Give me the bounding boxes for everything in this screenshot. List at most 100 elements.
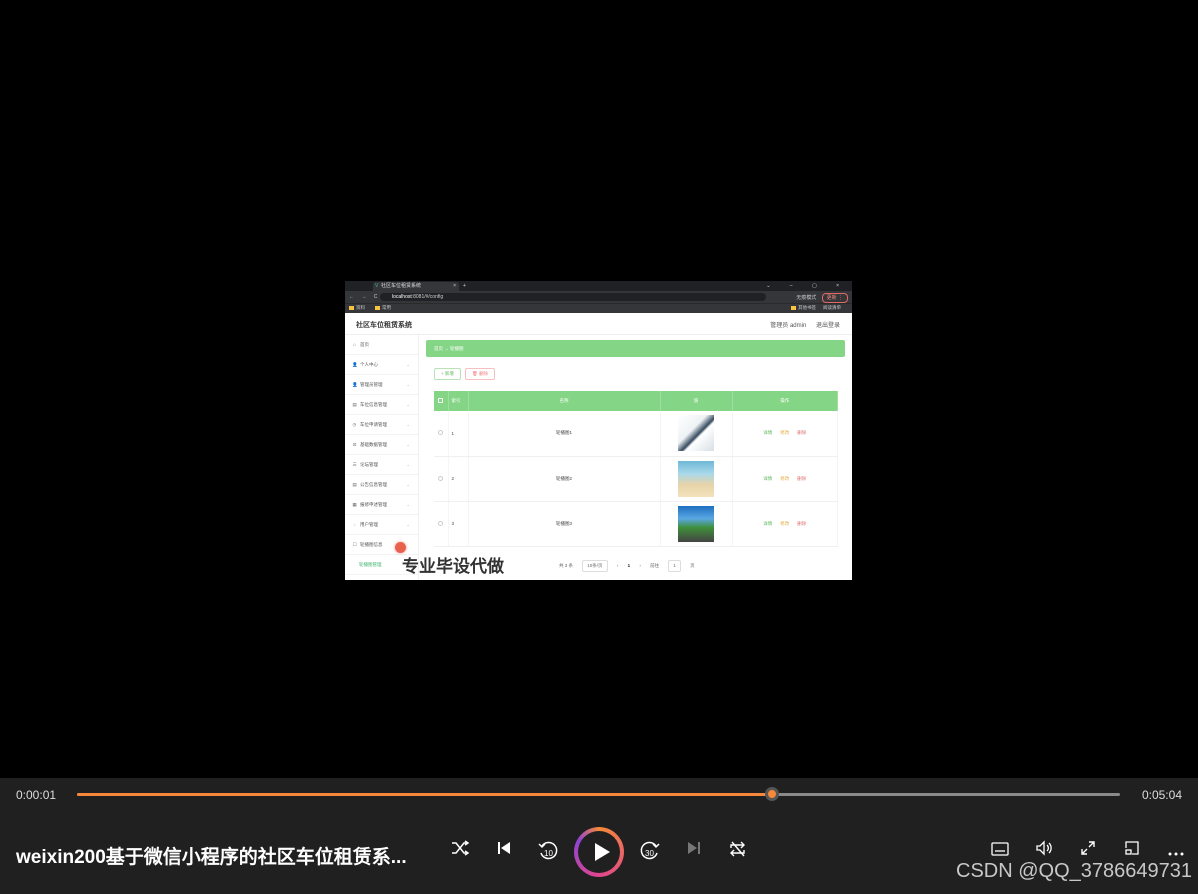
next-icon[interactable]	[682, 840, 706, 864]
bookmark-item[interactable]: 阅读清单	[823, 305, 841, 311]
chevron-down-icon: ⌄	[406, 442, 410, 447]
sidebar-item-home[interactable]: ⌂ 首页	[345, 335, 418, 355]
add-button[interactable]: + 新增	[434, 368, 461, 380]
row-index: 1	[448, 411, 469, 457]
chevron-down-icon: ⌄	[406, 462, 410, 467]
row-index: 2	[448, 456, 469, 502]
browser-tab-bar: V 社区车位租赁系统 × + ⌄ – ▢ ×	[345, 281, 852, 291]
sidebar-item-label: 首页	[360, 342, 369, 347]
edit-link[interactable]: 修改	[780, 430, 789, 435]
sidebar-item-basic-data[interactable]: ⊡ 基础数据管理 ⌄	[345, 435, 418, 455]
browser-tab[interactable]: V 社区车位租赁系统 ×	[373, 282, 459, 291]
page-unit: 页	[690, 563, 695, 568]
row-index: 3	[448, 501, 469, 547]
detail-link[interactable]: 详情	[763, 476, 772, 481]
user-icon: 👤	[352, 382, 358, 387]
row-name: 轮播图3	[468, 501, 661, 547]
video-watermark: 专业毕设代做	[402, 557, 504, 576]
new-tab-button[interactable]: +	[463, 281, 466, 291]
table-header-row: 索引 名称 值 操作	[434, 391, 838, 411]
browser-nav-buttons[interactable]: ← → C	[349, 293, 380, 301]
list-icon: ▤	[352, 482, 357, 487]
sidebar-item-label: 论坛管理	[360, 462, 378, 467]
svg-text:30: 30	[645, 849, 654, 858]
chevron-down-icon: ⌄	[406, 402, 410, 407]
sidebar-item-forum[interactable]: ☰ 论坛管理 ⌄	[345, 455, 418, 475]
rewind-10-icon[interactable]: 10	[536, 840, 560, 864]
bookmark-item[interactable]: 资料	[349, 305, 365, 311]
breadcrumb: 首页 → 轮播图	[426, 340, 845, 357]
forward-30-icon[interactable]: 30	[638, 840, 662, 864]
total-time: 0:05:04	[1141, 788, 1182, 802]
url-field[interactable]: localhost:8081/#/config	[380, 293, 766, 301]
delete-button[interactable]: 🗑 删除	[465, 368, 495, 380]
goto-page-input[interactable]: 1	[668, 560, 681, 572]
folder-icon	[791, 305, 796, 310]
column-header: 值	[660, 391, 733, 411]
current-time: 0:00:01	[16, 788, 57, 802]
seek-handle[interactable]	[764, 787, 779, 801]
main-content: 首页 → 轮播图 + 新增 🗑 删除 索引 名称 值 操作 1 轮播图1 详情 …	[419, 335, 852, 580]
app-header: 社区车位租赁系统 管理员 admin 退出登录	[345, 313, 852, 335]
video-frame: V 社区车位租赁系统 × + ⌄ – ▢ × ← → C localhost:8…	[345, 281, 852, 580]
sidebar-item-profile[interactable]: 👤 个人中心 ⌄	[345, 355, 418, 375]
delete-link[interactable]: 删除	[797, 430, 806, 435]
edit-link[interactable]: 修改	[780, 521, 789, 526]
chevron-down-icon: ⌄	[406, 382, 410, 387]
browser-tab-title: 社区车位租赁系统	[381, 283, 422, 289]
row-checkbox[interactable]	[438, 475, 444, 481]
sidebar-item-admins[interactable]: 👤 管理员管理 ⌄	[345, 375, 418, 395]
svg-text:10: 10	[544, 849, 553, 858]
sidebar-item-repairs[interactable]: ▦ 报修申述管理 ⌄	[345, 495, 418, 515]
sidebar-item-users[interactable]: ◌ 用户管理 ⌄	[345, 515, 418, 535]
user-icon: 👤	[352, 362, 358, 367]
page-size-select[interactable]: 10条/页	[582, 560, 608, 572]
csdn-credit: CSDN @QQ_3786649731	[956, 860, 1192, 882]
sidebar-item-label: 报修申述管理	[360, 502, 387, 507]
repeat-icon[interactable]	[726, 840, 750, 864]
row-name: 轮播图1	[468, 411, 661, 457]
next-page-button[interactable]: ›	[639, 563, 641, 568]
user-role: 管理员 admin	[770, 323, 807, 329]
chevron-down-icon: ⌄	[406, 422, 410, 427]
window-controls[interactable]: ⌄ – ▢ ×	[766, 281, 848, 291]
video-stage[interactable]: V 社区车位租赁系统 × + ⌄ – ▢ × ← → C localhost:8…	[0, 0, 1198, 778]
close-tab-icon[interactable]: ×	[453, 282, 456, 291]
prev-page-button[interactable]: ‹	[617, 563, 619, 568]
sidebar-item-applications[interactable]: ◷ 车位申请管理 ⌄	[345, 415, 418, 435]
row-checkbox[interactable]	[438, 520, 444, 526]
folder-icon	[349, 305, 354, 310]
data-table: 索引 名称 值 操作 1 轮播图1 详情 修改 删除 2 轮播图2 详情 修改 …	[434, 391, 838, 547]
table-icon: ▦	[352, 502, 357, 507]
table-row[interactable]: 1 轮播图1 详情 修改 删除	[434, 411, 838, 457]
sidebar-item-notices[interactable]: ▤ 公告信息管理 ⌄	[345, 475, 418, 495]
previous-icon[interactable]	[492, 840, 516, 864]
shuffle-icon[interactable]	[448, 840, 472, 864]
edit-link[interactable]: 修改	[780, 476, 789, 481]
delete-link[interactable]: 删除	[797, 521, 806, 526]
home-icon: ⌂	[353, 342, 356, 347]
sidebar-item-label: 用户管理	[360, 522, 378, 527]
table-row[interactable]: 3 轮播图3 详情 修改 删除	[434, 501, 838, 547]
detail-link[interactable]: 详情	[763, 521, 772, 526]
row-checkbox[interactable]	[438, 430, 444, 436]
sidebar-item-spaces[interactable]: ▤ 车位信息管理 ⌄	[345, 395, 418, 415]
seek-bar[interactable]	[77, 787, 1120, 801]
clock-icon: ◷	[352, 422, 357, 427]
video-title: weixin200基于微信小程序的社区车位租赁系...	[16, 847, 407, 868]
bookmarks-bar: 资料 常用 其他书签 阅读清单	[345, 303, 852, 313]
column-header: 操作	[732, 391, 838, 411]
list-icon: ▤	[352, 402, 357, 407]
select-all-checkbox[interactable]	[434, 391, 449, 411]
bookmark-item[interactable]: 其他书签	[791, 305, 816, 311]
play-icon[interactable]	[574, 827, 624, 877]
delete-link[interactable]: 删除	[797, 476, 806, 481]
detail-link[interactable]: 详情	[763, 430, 772, 435]
incognito-label[interactable]: 无痕模式	[796, 294, 816, 302]
bookmark-item[interactable]: 常用	[375, 305, 391, 311]
logout-link[interactable]: 退出登录	[816, 323, 840, 329]
current-page[interactable]: 1	[628, 563, 631, 568]
update-button[interactable]: 更新 ⋮	[821, 293, 848, 303]
web-app: 社区车位租赁系统 管理员 admin 退出登录 ⌂ 首页 👤 个人中心 ⌄ 👤 管理员管…	[345, 313, 852, 580]
table-row[interactable]: 2 轮播图2 详情 修改 删除	[434, 456, 838, 502]
